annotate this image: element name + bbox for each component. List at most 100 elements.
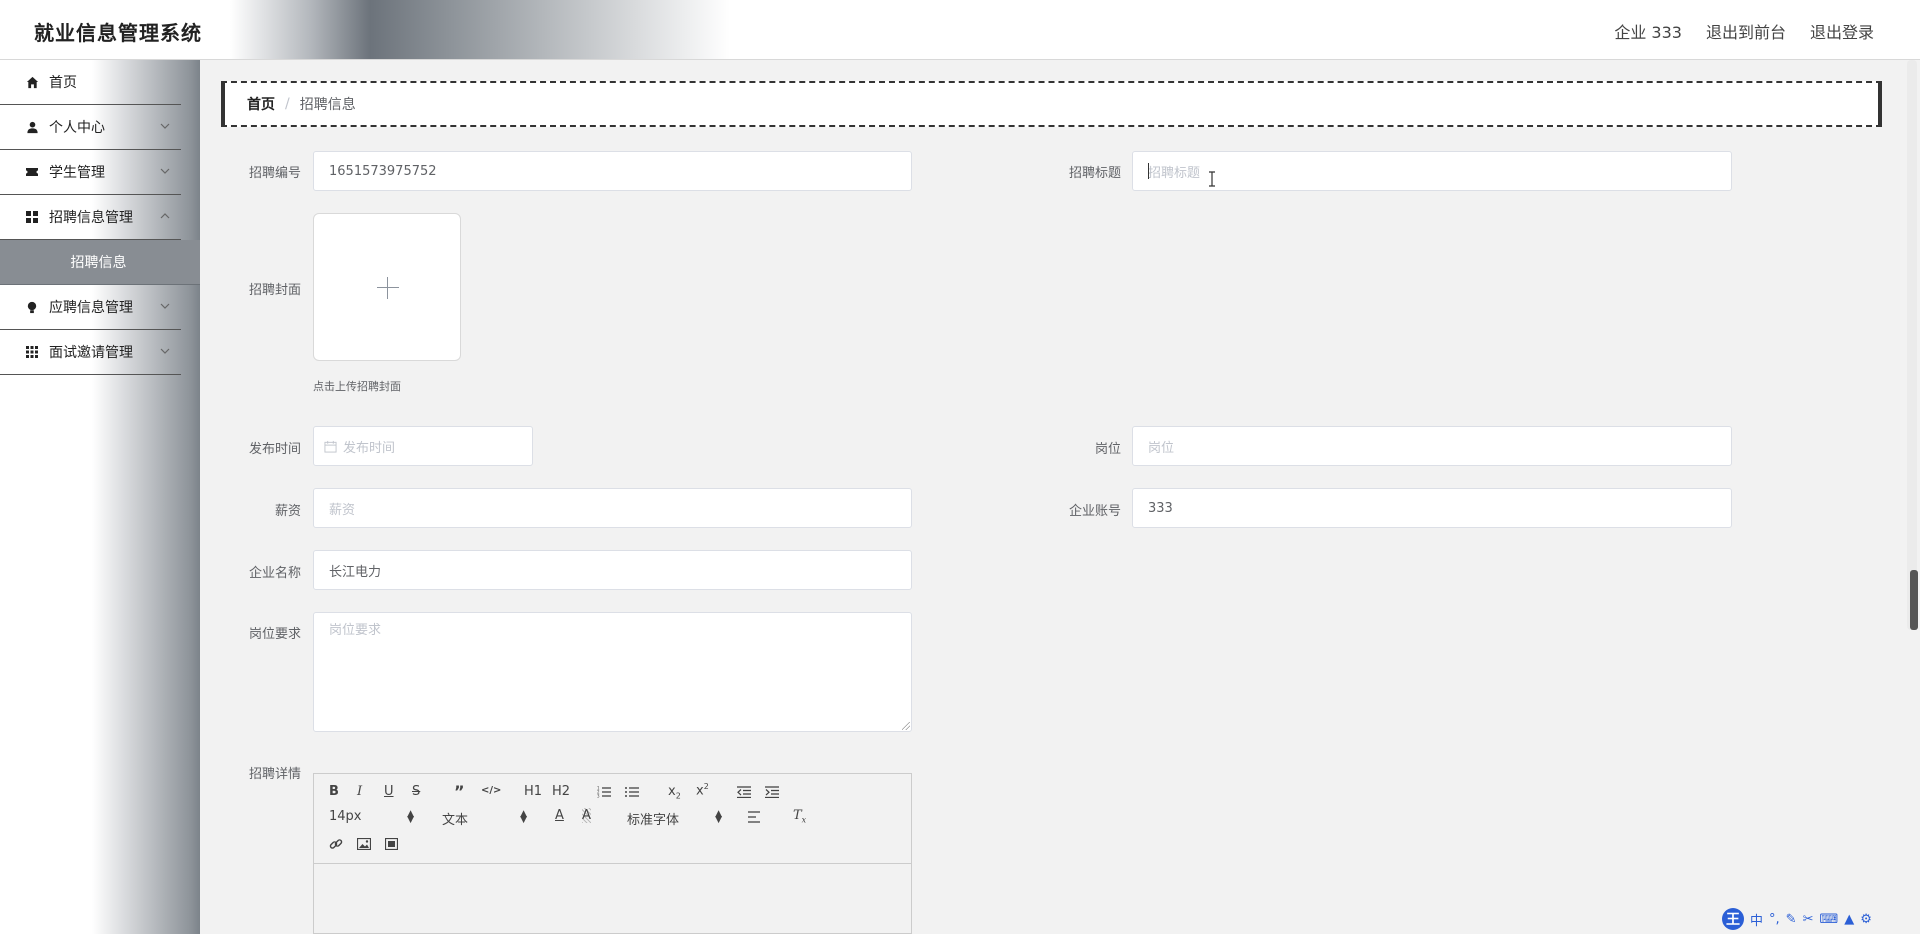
- requirements-placeholder: 岗位要求: [329, 623, 382, 638]
- bullet-list-icon[interactable]: [625, 786, 639, 798]
- calendar-icon: [324, 440, 337, 453]
- sidebar-subitem-label: 招聘信息: [70, 255, 127, 271]
- editor-content-area[interactable]: [314, 865, 911, 933]
- ime-toolbar: 王 中 °, ✎ ✂ ⌨ ▲ ⚙: [1722, 906, 1920, 932]
- superscript-button[interactable]: x2: [696, 782, 709, 798]
- sidebar-item-home[interactable]: 首页: [0, 60, 181, 105]
- sidebar-item-personal-center[interactable]: 个人中心: [0, 105, 181, 150]
- editor-toolbar: B I U S ” </> H1 H2 123 x2 x2 14px ▲ ▼ 文本…: [314, 774, 911, 864]
- recruit-no-label: 招聘编号: [248, 166, 301, 181]
- position-label: 岗位: [1094, 442, 1121, 457]
- company-account-label: 企业账号: [1068, 504, 1121, 519]
- company-account-input[interactable]: 333: [1132, 488, 1732, 528]
- block-type-select[interactable]: 文本 ▲ ▼: [442, 809, 527, 829]
- top-header: 就业信息管理系统 企业 333 退出到前台 退出登录: [0, 0, 1920, 60]
- align-left-icon[interactable]: [748, 811, 762, 823]
- ordered-list-icon[interactable]: 123: [597, 786, 611, 798]
- vertical-scrollbar[interactable]: [1907, 60, 1917, 630]
- sidebar-item-students[interactable]: 学生管理: [0, 150, 181, 195]
- underline-button[interactable]: U: [384, 784, 394, 799]
- cover-upload[interactable]: [313, 213, 461, 361]
- code-block-icon[interactable]: </>: [481, 785, 501, 796]
- video-icon[interactable]: [385, 838, 398, 850]
- ticket-icon: [24, 164, 40, 180]
- details-label: 招聘详情: [248, 767, 301, 782]
- company-name-input[interactable]: 长江电力: [313, 550, 912, 590]
- chevron-down-icon: [160, 303, 170, 309]
- strike-button[interactable]: S: [412, 784, 420, 799]
- svg-text:3: 3: [597, 794, 600, 799]
- company-name-label: 企业名称: [248, 566, 301, 581]
- bold-button[interactable]: B: [329, 784, 339, 799]
- background-color-button[interactable]: A: [582, 808, 591, 823]
- app-title: 就业信息管理系统: [34, 21, 202, 45]
- font-size-select[interactable]: 14px ▲ ▼: [329, 809, 414, 825]
- recruit-no-input[interactable]: 1651573975752: [313, 151, 912, 191]
- recruit-title-label: 招聘标题: [1068, 166, 1121, 181]
- back-to-front-link[interactable]: 退出到前台: [1706, 19, 1786, 43]
- position-input[interactable]: 岗位: [1132, 426, 1732, 466]
- chevron-down-icon: [160, 168, 170, 174]
- cover-upload-tip: 点击上传招聘封面: [313, 380, 401, 393]
- image-icon[interactable]: [357, 838, 371, 850]
- sidebar-item-recruit-manage[interactable]: 招聘信息管理: [0, 195, 181, 240]
- ime-pen-icon[interactable]: ✎: [1786, 912, 1797, 927]
- breadcrumb-home[interactable]: 首页: [247, 94, 275, 114]
- sidebar-item-application-manage[interactable]: 应聘信息管理: [0, 285, 181, 330]
- ime-scissors-icon[interactable]: ✂: [1803, 912, 1814, 927]
- header-links: 企业 333 退出到前台 退出登录: [1614, 19, 1874, 43]
- h1-button[interactable]: H1: [524, 784, 542, 799]
- select-arrows-icon: ▲ ▼: [520, 809, 527, 825]
- ime-keyboard-icon[interactable]: ⌨: [1819, 912, 1838, 927]
- subscript-button[interactable]: x2: [668, 784, 681, 801]
- chevron-down-icon: [160, 348, 170, 354]
- select-arrows-icon: ▲ ▼: [407, 809, 414, 825]
- font-family-select[interactable]: 标准字体 ▲ ▼: [627, 809, 722, 829]
- sidebar: 首页 个人中心 学生管理 招聘信息管理 招聘信息 应聘信息管理 面试邀请管理: [0, 60, 200, 934]
- sidebar-item-label: 首页: [49, 75, 77, 91]
- ime-logo[interactable]: 王: [1722, 908, 1744, 930]
- resize-handle[interactable]: [902, 722, 910, 730]
- sidebar-item-label: 应聘信息管理: [49, 300, 133, 316]
- italic-button[interactable]: I: [357, 784, 362, 799]
- select-arrows-icon: ▲ ▼: [715, 809, 722, 825]
- ime-punctuation-icon[interactable]: °,: [1769, 912, 1780, 927]
- recruit-title-input[interactable]: 招聘标题: [1132, 151, 1732, 191]
- font-color-button[interactable]: A: [555, 808, 564, 823]
- ime-skin-icon[interactable]: ▲: [1844, 912, 1854, 927]
- sidebar-item-label: 招聘信息管理: [49, 210, 133, 226]
- breadcrumb-separator: /: [285, 96, 290, 112]
- cover-label: 招聘封面: [248, 283, 301, 298]
- sidebar-item-interview-manage[interactable]: 面试邀请管理: [0, 330, 181, 375]
- ime-settings-icon[interactable]: ⚙: [1860, 912, 1872, 927]
- outdent-icon[interactable]: [737, 786, 751, 798]
- salary-input[interactable]: 薪资: [313, 488, 912, 528]
- logout-link[interactable]: 退出登录: [1810, 19, 1874, 43]
- user-icon: [24, 119, 40, 135]
- text-cursor: [1148, 163, 1149, 179]
- blockquote-icon[interactable]: ”: [454, 782, 465, 801]
- indent-icon[interactable]: [765, 786, 779, 798]
- ime-language-toggle[interactable]: 中: [1750, 910, 1763, 929]
- bulb-icon: [24, 299, 40, 315]
- publish-time-placeholder: 发布时间: [343, 440, 396, 456]
- user-name-link[interactable]: 企业 333: [1614, 19, 1682, 43]
- chevron-down-icon: [160, 123, 170, 129]
- block-type-value: 文本: [442, 813, 469, 828]
- home-icon: [24, 74, 40, 90]
- link-icon[interactable]: [329, 837, 343, 851]
- text-cursor-icon: [1209, 171, 1215, 187]
- h2-button[interactable]: H2: [552, 784, 570, 799]
- breadcrumb: 首页 / 招聘信息: [221, 81, 1882, 127]
- sidebar-subitem-recruit-info[interactable]: 招聘信息: [0, 240, 200, 285]
- salary-label: 薪资: [274, 504, 301, 519]
- publish-time-picker[interactable]: 发布时间: [313, 426, 533, 466]
- requirements-textarea[interactable]: 岗位要求: [313, 612, 912, 732]
- clear-format-button[interactable]: Tx: [793, 808, 806, 825]
- font-size-value: 14px: [329, 809, 362, 824]
- publish-time-label: 发布时间: [248, 442, 301, 457]
- rich-text-editor: B I U S ” </> H1 H2 123 x2 x2 14px ▲ ▼ 文本…: [313, 773, 912, 934]
- scrollbar-thumb[interactable]: [1910, 570, 1918, 630]
- breadcrumb-current: 招聘信息: [299, 97, 356, 113]
- plus-icon: [377, 287, 399, 288]
